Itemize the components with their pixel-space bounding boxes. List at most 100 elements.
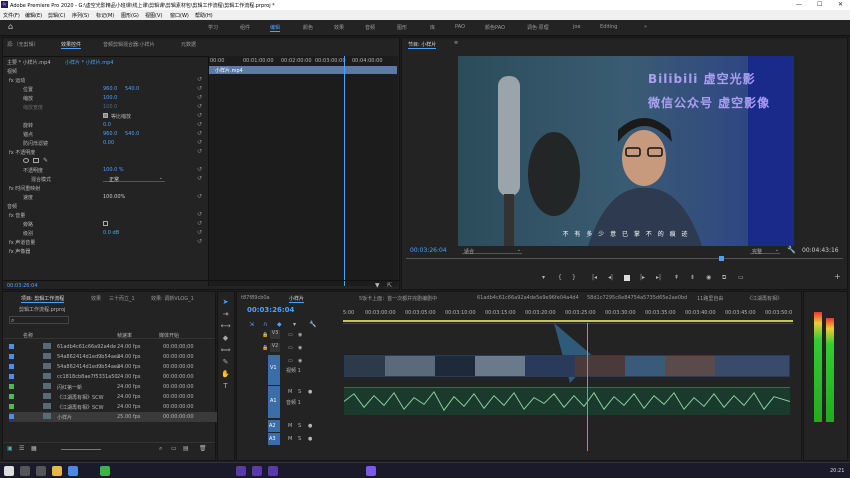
effect-row-opacity-group[interactable]: fx 不透明度 ↺ [3,148,208,156]
col-name[interactable]: 名称 [23,332,33,339]
mute-button[interactable]: M [288,389,292,395]
clip-label[interactable]: 小样片 * 小样片.mp4 [65,59,114,66]
reset-icon[interactable]: ↺ [197,166,202,173]
solo-button[interactable]: S [298,436,301,442]
effect-row-uniform-scale[interactable]: 等比缩放 ↺ [3,112,208,120]
track-select-icon[interactable]: ⇥ [220,310,231,320]
reset-icon[interactable]: ↺ [197,85,202,92]
settings-icon[interactable]: 🔧 [787,246,796,254]
col-start[interactable]: 媒体开始 [159,332,179,339]
track-target-a1[interactable]: A1 [270,398,277,404]
eye-icon[interactable]: ◉ [298,358,302,364]
marker-tl-icon[interactable]: ▾ [293,321,296,328]
reset-icon[interactable]: ↺ [197,238,202,245]
menu-sequence[interactable]: 序列(S) [72,12,89,19]
bypass-checkbox[interactable] [103,221,108,226]
list-item[interactable]: 61adb4c61c66a92a4de 24.00 fps 00;00;00;00 [9,342,219,352]
premiere-icon[interactable] [252,466,262,476]
step-forward-icon[interactable]: |▸ [640,274,645,281]
effect-row-speed[interactable]: 速度 100.00% ↺ [3,193,208,201]
reset-icon[interactable]: ↺ [197,139,202,146]
tab-metadata[interactable]: 元数据 [181,41,196,48]
reset-icon[interactable]: ↺ [197,103,202,110]
menu-marker[interactable]: 标记(M) [96,12,114,19]
fit-select[interactable]: 适合 ⌄ [462,247,522,255]
workspace-tab[interactable]: 库 [430,24,435,31]
track-target-v2[interactable]: V2 [270,343,280,352]
tab-sequence[interactable]: 61adb4c61c66a92a4de5e9e96fe04a4d4 [477,295,579,301]
program-monitor-title[interactable]: 节目: 小样片 [408,41,437,49]
type-icon[interactable]: T [220,382,231,392]
snap-icon[interactable]: ⇲ [249,321,254,328]
timeline-playhead[interactable] [587,323,588,451]
icon-view-icon[interactable]: ▦ [31,445,37,452]
menu-graphics[interactable]: 图形(G) [121,12,139,19]
extract-icon[interactable]: ⇟ [690,274,695,281]
timeline-timecode[interactable]: 00:03:26:04 [247,306,294,314]
razor-icon[interactable]: ◆ [220,334,231,344]
reset-icon[interactable]: ↺ [197,193,202,200]
rect-mask-icon[interactable] [33,158,39,163]
stop-icon[interactable] [624,275,630,281]
reset-icon[interactable]: ↺ [197,220,202,227]
tab-sequence[interactable]: 《江湖再有相》 [747,295,782,302]
menu-help[interactable]: 帮助(H) [195,12,213,19]
scrub-playhead[interactable] [719,256,724,261]
eye-icon[interactable]: ◉ [298,345,302,351]
list-item[interactable]: 54a862414d1ed9b54aea 24.00 fps 00:00:00:00 [9,362,219,372]
browser-icon[interactable] [68,466,78,476]
program-scrub-bar[interactable] [406,256,843,261]
workspace-tab[interactable]: 组件 [240,24,250,31]
work-area-bar[interactable] [343,320,793,322]
tab-project[interactable]: 项目: 剪辑工作流程 [21,295,65,303]
reset-icon[interactable]: ↺ [197,229,202,236]
menu-edit[interactable]: 编辑(E) [25,12,42,19]
tab-sequence[interactable]: t87f89cb0a [241,295,270,301]
track-target-v3[interactable]: V3 [270,330,280,339]
filter-icon[interactable]: ▼ [375,282,380,289]
workspace-tab-active[interactable]: 编辑 [270,24,281,32]
reset-icon[interactable]: ↺ [197,175,202,182]
trash-icon[interactable]: 🗑 [199,445,207,452]
workspace-tab[interactable]: 音频 [365,24,375,31]
sync-icon[interactable]: ▭ [288,345,293,351]
export-frame-icon[interactable]: ◉ [706,274,711,281]
effect-row-scale[interactable]: 缩放 100.0 ↺ [3,94,208,102]
linked-selection-icon[interactable]: ∩ [263,321,267,328]
vr-icon[interactable]: ▭ [738,274,744,281]
workspace-tab[interactable]: 学习 [208,24,218,31]
task-view-icon[interactable] [36,466,46,476]
home-icon[interactable]: ⌂ [8,22,13,31]
eye-icon[interactable]: ◉ [298,332,302,338]
list-item[interactable]: 《江湖再有相》SCW 24.00 fps 00:00:00:00 [9,392,219,402]
close-button[interactable]: ✕ [838,1,843,8]
menu-file[interactable]: 文件(F) [3,12,20,19]
lock-icon[interactable]: 🔒 [262,345,268,351]
workspace-tab[interactable]: 调色·原理 [527,24,549,31]
lock-icon[interactable]: 🔒 [262,332,268,338]
go-to-out-icon[interactable]: ▸| [656,274,661,281]
effect-row-rotation[interactable]: 旋转 0.0 ↺ [3,121,208,129]
pen-icon[interactable]: ✎ [220,358,231,368]
add-button-icon[interactable]: + [834,272,841,281]
zoom-slider[interactable] [61,449,101,450]
step-back-icon[interactable]: ◂| [608,274,613,281]
effect-row-volume[interactable]: fx 音量 ↺ [3,211,208,219]
tab-source[interactable]: 源:（无剪辑） [7,41,39,48]
mute-button[interactable]: M [288,436,292,442]
selection-tool-icon[interactable]: ➤ [220,298,231,308]
maximize-button[interactable]: ☐ [817,1,822,8]
explorer-icon[interactable] [52,466,62,476]
workspace-tab[interactable]: 图形 [397,24,407,31]
solo-button[interactable]: S [298,423,301,429]
effect-playhead[interactable] [344,56,345,286]
premiere-icon[interactable] [366,466,376,476]
list-item[interactable]: 小样片 25.00 fps 00:00:00:00 [9,412,219,422]
ellipse-mask-icon[interactable] [23,158,29,163]
premiere-icon[interactable] [236,466,246,476]
mark-in-icon[interactable]: { [558,274,562,281]
tab-sequence[interactable]: 58d1c7295c6e84754a5735d65e2ae0bd [587,295,687,301]
mic-icon[interactable]: ● [308,389,312,395]
reset-icon[interactable]: ↺ [197,211,202,218]
list-item[interactable]: 闪红第一新 24.00 fps 00:00:00:00 [9,382,219,392]
